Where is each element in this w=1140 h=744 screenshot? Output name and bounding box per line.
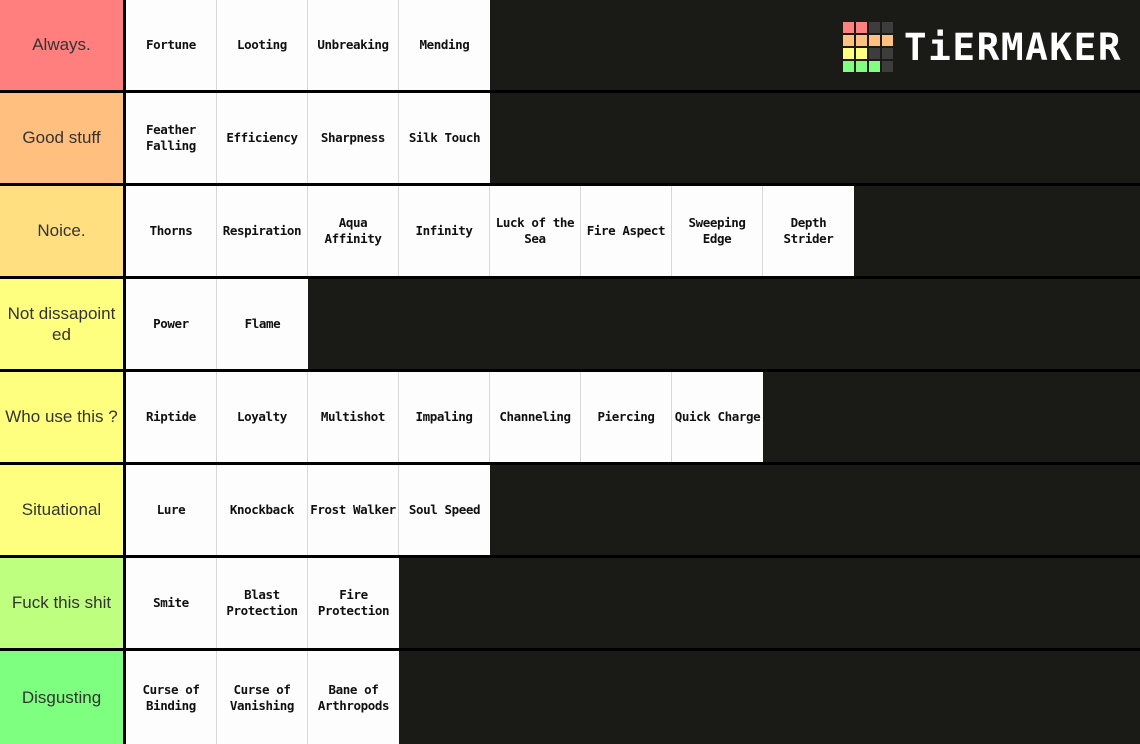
- tier-label[interactable]: Disgusting: [0, 651, 126, 744]
- tier-row: Noice. Thorns Respiration Aqua Affinity Infi…: [0, 186, 1140, 279]
- tier-item[interactable]: Blast Protection: [217, 558, 308, 648]
- logo-cell-2-1: [856, 48, 868, 59]
- tier-item[interactable]: Impaling: [399, 372, 490, 462]
- tier-item[interactable]: Respiration: [217, 186, 308, 276]
- tier-item[interactable]: Mending: [399, 0, 490, 90]
- tier-item[interactable]: Aqua Affinity: [308, 186, 399, 276]
- tier-label[interactable]: Noice.: [0, 186, 126, 276]
- tier-label[interactable]: Situational: [0, 465, 126, 555]
- tier-item[interactable]: Feather Falling: [126, 93, 217, 183]
- tier-items: Riptide Loyalty Multishot Impaling Channelin…: [126, 372, 763, 462]
- tier-empty-area[interactable]: [490, 465, 1140, 555]
- tier-row: Fuck this shit Smite Blast Protection Fire …: [0, 558, 1140, 651]
- tier-empty-area[interactable]: [308, 279, 1140, 369]
- tier-item[interactable]: Bane of Arthropods: [308, 651, 399, 744]
- logo-cell-3-2: [869, 61, 881, 72]
- tier-item[interactable]: Silk Touch: [399, 93, 490, 183]
- logo-cell-1-3: [882, 35, 894, 46]
- tier-item[interactable]: Unbreaking: [308, 0, 399, 90]
- logo-cell-1-2: [869, 35, 881, 46]
- tier-item[interactable]: Loyalty: [217, 372, 308, 462]
- tier-item[interactable]: Flame: [217, 279, 308, 369]
- logo-cell-2-3: [882, 48, 894, 59]
- tiermaker-wordmark: TiERMAKER: [903, 25, 1123, 69]
- tier-item[interactable]: Frost Walker: [308, 465, 399, 555]
- tier-item[interactable]: Luck of the Sea: [490, 186, 581, 276]
- tier-item[interactable]: Lure: [126, 465, 217, 555]
- logo-cell-1-1: [856, 35, 868, 46]
- tier-item[interactable]: Knockback: [217, 465, 308, 555]
- tier-label[interactable]: Not dissapointed: [0, 279, 126, 369]
- tier-items: Feather Falling Efficiency Sharpness Silk T…: [126, 93, 490, 183]
- tier-row: Who use this ? Riptide Loyalty Multishot Imp…: [0, 372, 1140, 465]
- tier-label[interactable]: Always.: [0, 0, 126, 90]
- tier-list-board: TiERMAKER Always. Fortune Looting Unbreakin…: [0, 0, 1140, 744]
- tier-items: Smite Blast Protection Fire Protection: [126, 558, 399, 648]
- tier-label[interactable]: Fuck this shit: [0, 558, 126, 648]
- tier-label[interactable]: Who use this ?: [0, 372, 126, 462]
- tier-empty-area[interactable]: [763, 372, 1140, 462]
- tier-item[interactable]: Looting: [217, 0, 308, 90]
- tier-items: Thorns Respiration Aqua Affinity Infinity Lu…: [126, 186, 854, 276]
- logo-cell-0-3: [882, 22, 894, 33]
- tier-label[interactable]: Good stuff: [0, 93, 126, 183]
- tier-item[interactable]: Smite: [126, 558, 217, 648]
- tier-item[interactable]: Depth Strider: [763, 186, 854, 276]
- tier-empty-area[interactable]: [399, 558, 1140, 648]
- tier-items: Lure Knockback Frost Walker Soul Speed: [126, 465, 490, 555]
- tier-item[interactable]: Soul Speed: [399, 465, 490, 555]
- tier-item[interactable]: Sweeping Edge: [672, 186, 763, 276]
- logo-cell-3-3: [882, 61, 894, 72]
- tiermaker-logo-grid-icon: [843, 22, 894, 72]
- logo-cell-2-2: [869, 48, 881, 59]
- tiermaker-logo: TiERMAKER: [843, 18, 1123, 76]
- logo-cell-1-0: [843, 35, 855, 46]
- tier-item[interactable]: Curse of Vanishing: [217, 651, 308, 744]
- tier-empty-area[interactable]: [490, 93, 1140, 183]
- tier-item[interactable]: Curse of Binding: [126, 651, 217, 744]
- tier-item[interactable]: Multishot: [308, 372, 399, 462]
- tier-item[interactable]: Piercing: [581, 372, 672, 462]
- tier-item[interactable]: Fire Aspect: [581, 186, 672, 276]
- tier-rows-container: Always. Fortune Looting Unbreaking Mending Go…: [0, 0, 1140, 744]
- tier-row: Situational Lure Knockback Frost Walker Soul…: [0, 465, 1140, 558]
- logo-cell-0-2: [869, 22, 881, 33]
- logo-cell-3-1: [856, 61, 868, 72]
- tier-items: Curse of Binding Curse of Vanishing Bane o…: [126, 651, 399, 744]
- logo-cell-3-0: [843, 61, 855, 72]
- tier-item[interactable]: Fortune: [126, 0, 217, 90]
- logo-cell-2-0: [843, 48, 855, 59]
- tier-empty-area[interactable]: [399, 651, 1140, 744]
- tier-item[interactable]: Infinity: [399, 186, 490, 276]
- tier-row: Disgusting Curse of Binding Curse of Vanis…: [0, 651, 1140, 744]
- tier-item[interactable]: Riptide: [126, 372, 217, 462]
- tier-item[interactable]: Power: [126, 279, 217, 369]
- tier-item[interactable]: Sharpness: [308, 93, 399, 183]
- tier-item[interactable]: Channeling: [490, 372, 581, 462]
- tier-row: Good stuff Feather Falling Efficiency Sharp…: [0, 93, 1140, 186]
- tier-row: Not dissapointed Power Flame: [0, 279, 1140, 372]
- tier-item[interactable]: Efficiency: [217, 93, 308, 183]
- tier-item[interactable]: Thorns: [126, 186, 217, 276]
- tier-item[interactable]: Quick Charge: [672, 372, 763, 462]
- logo-cell-0-0: [843, 22, 855, 33]
- tier-empty-area[interactable]: [854, 186, 1140, 276]
- logo-cell-0-1: [856, 22, 868, 33]
- tier-items: Power Flame: [126, 279, 308, 369]
- tier-items: Fortune Looting Unbreaking Mending: [126, 0, 490, 90]
- tier-item[interactable]: Fire Protection: [308, 558, 399, 648]
